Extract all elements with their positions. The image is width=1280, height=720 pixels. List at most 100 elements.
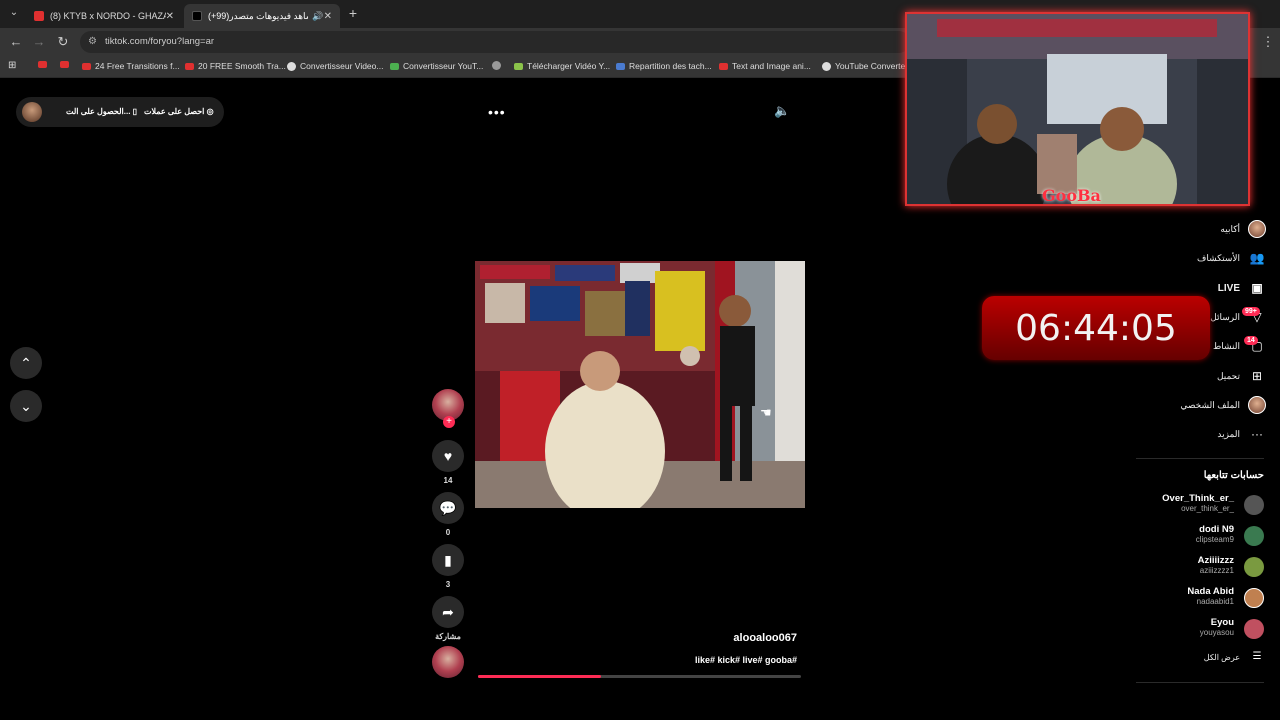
- bookmark-icon: ▮: [444, 552, 452, 568]
- tab-ktyb[interactable]: (8) KTYB x NORDO - GHAZALI ✕: [26, 4, 182, 28]
- divider: [1136, 682, 1264, 683]
- more-icon: ···: [1251, 427, 1263, 441]
- url-input[interactable]: ⚙ tiktok.com/foryou?lang=ar: [80, 31, 910, 53]
- activity-badge: 14: [1244, 336, 1258, 345]
- download-icon: [514, 62, 523, 70]
- following-account[interactable]: Over_Think_er_ over_think_er_: [1114, 493, 1264, 517]
- get-app-button[interactable]: الحصول على الت... ▯: [66, 107, 137, 116]
- share-button[interactable]: ➦: [432, 596, 464, 628]
- more-options-icon[interactable]: •••: [488, 104, 506, 120]
- coin-icon: ◎: [206, 107, 214, 116]
- sidebar-item-upload[interactable]: تحميل ⊞: [1217, 365, 1266, 387]
- bookmark-item[interactable]: Convertisseur YouT...: [390, 61, 483, 71]
- avatar: [1248, 396, 1266, 414]
- share-icon: ➦: [442, 604, 454, 620]
- sidebar-item-more[interactable]: المزيد ···: [1217, 423, 1266, 445]
- following-account[interactable]: Aziiiizzz aziiizzzz1: [1114, 555, 1264, 579]
- following-title: حسابات تتابعها: [1203, 470, 1264, 481]
- bookmark-item[interactable]: [60, 61, 73, 68]
- bookmark-item[interactable]: Convertisseur Video...: [287, 61, 383, 71]
- people-icon: 👥: [1249, 251, 1265, 265]
- apps-grid-icon[interactable]: ⊞: [8, 60, 16, 71]
- youtube-icon: [82, 62, 91, 70]
- stream-timer-overlay: 06:44:05: [982, 296, 1210, 360]
- youtube-icon: [719, 62, 728, 70]
- sidebar-item-profile[interactable]: الملف الشخصي: [1180, 394, 1266, 416]
- youtube-icon: [38, 61, 47, 68]
- video-progress-fill: [478, 675, 601, 678]
- sound-avatar[interactable]: [432, 646, 464, 678]
- follow-plus-icon[interactable]: +: [443, 416, 455, 428]
- mouse-cursor: ☚: [760, 405, 772, 420]
- list-icon: ☰: [1252, 651, 1262, 662]
- site-info-icon[interactable]: ⚙: [88, 31, 97, 53]
- bookmark-item[interactable]: [38, 61, 51, 68]
- video-frame-image: [475, 261, 805, 508]
- tab-tiktok[interactable]: (+99)شاهد فيديوهات متصدر 🔊 ✕: [184, 4, 340, 28]
- avatar: [1248, 220, 1266, 238]
- heart-icon: ♥: [443, 448, 453, 464]
- converter-icon: [390, 62, 399, 70]
- comment-count: 0: [445, 528, 451, 537]
- save-count: 3: [445, 580, 451, 589]
- avatar: [1244, 495, 1264, 515]
- webcam-image: [907, 14, 1248, 204]
- avatar: [1244, 526, 1264, 546]
- video-player[interactable]: [475, 261, 805, 508]
- webcam-overlay: GooBa: [905, 12, 1250, 206]
- following-account[interactable]: dodi N9 clipsteam9: [1114, 524, 1264, 548]
- volume-icon[interactable]: 🔈: [774, 103, 790, 119]
- tiktok-favicon-icon: [192, 11, 202, 21]
- previous-video-button[interactable]: ⌃: [10, 347, 42, 379]
- comment-icon: 💬: [439, 500, 457, 516]
- save-button[interactable]: ▮: [432, 544, 464, 576]
- url-text: tiktok.com/foryou?lang=ar: [105, 36, 215, 47]
- like-count: 14: [443, 476, 453, 485]
- following-account[interactable]: Eyou youyasou: [1114, 617, 1264, 641]
- reload-icon[interactable]: ↻: [55, 34, 71, 50]
- top-actions-pill: الحصول على الت... ▯ احصل على عملات ◎: [16, 97, 224, 127]
- sidebar-item-activity[interactable]: النشاط ▢: [1213, 335, 1266, 357]
- comment-button[interactable]: 💬: [432, 492, 464, 524]
- tab-title: (+99)شاهد فيديوهات متصدر: [208, 10, 309, 21]
- bookmark-item[interactable]: Télécharger Vidéo Y...: [514, 61, 610, 71]
- like-button[interactable]: ♥: [432, 440, 464, 472]
- see-all-following[interactable]: عرض الكل ☰: [1204, 646, 1266, 668]
- video-progress-bar[interactable]: [478, 675, 801, 678]
- browser-menu-icon[interactable]: ⋮: [1260, 34, 1276, 50]
- close-tab-icon[interactable]: ✕: [324, 11, 332, 22]
- youtube-icon: [60, 61, 69, 68]
- next-video-button[interactable]: ⌄: [10, 390, 42, 422]
- globe-icon: [492, 61, 501, 70]
- new-tab-button[interactable]: +: [345, 5, 361, 21]
- bookmark-item[interactable]: YouTube Converter: [822, 61, 908, 71]
- timer-text: 06:44:05: [1015, 308, 1177, 349]
- back-icon[interactable]: ←: [8, 34, 24, 50]
- bookmark-item[interactable]: 24 Free Transitions f...: [82, 61, 180, 71]
- sidebar-item-live[interactable]: LIVE ▣: [1218, 277, 1266, 299]
- forward-icon[interactable]: →: [31, 34, 47, 50]
- avatar: [1244, 557, 1264, 577]
- close-tab-icon[interactable]: ✕: [166, 11, 174, 22]
- tab-search-icon[interactable]: ⌄: [6, 5, 22, 21]
- avatar[interactable]: [22, 102, 42, 122]
- sidebar-item-user[interactable]: أكابيه: [1220, 218, 1266, 240]
- bookmark-item[interactable]: Repartition des tach...: [616, 61, 712, 71]
- avatar: [1244, 619, 1264, 639]
- youtube-icon: [185, 62, 194, 70]
- phone-icon: ▯: [132, 107, 138, 116]
- video-author[interactable]: alooaloo067: [700, 632, 797, 644]
- cam-tag: GooBa: [1042, 186, 1101, 205]
- doc-icon: [616, 62, 625, 70]
- youtube-favicon-icon: [34, 11, 44, 21]
- sidebar-item-explore[interactable]: الأستكشاف 👥: [1197, 247, 1266, 269]
- globe-icon: [822, 61, 831, 71]
- tab-title: (8) KTYB x NORDO - GHAZALI: [50, 11, 166, 21]
- live-icon: ▣: [1251, 281, 1263, 295]
- video-hashtags[interactable]: like# kick# live# gooba#: [640, 655, 797, 665]
- get-coins-button[interactable]: احصل على عملات ◎: [144, 107, 214, 116]
- bookmark-item[interactable]: Text and Image ani...: [719, 61, 811, 71]
- bookmark-item[interactable]: [492, 61, 505, 70]
- following-account[interactable]: Nada Abid nadaabid1: [1114, 586, 1264, 610]
- bookmark-item[interactable]: 20 FREE Smooth Tra...: [185, 61, 286, 71]
